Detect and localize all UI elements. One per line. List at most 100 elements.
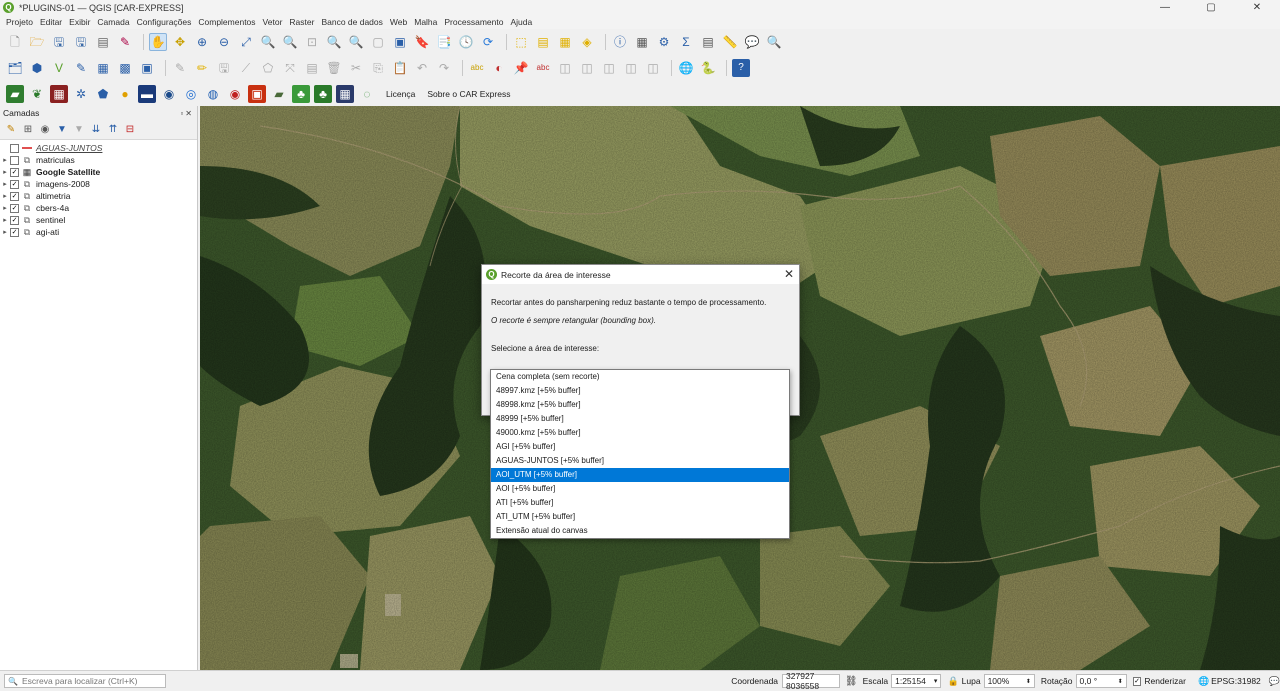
image-icon[interactable]: ▰: [270, 85, 288, 103]
select-by-value-icon[interactable]: ▤: [534, 33, 552, 51]
pin-labels-icon[interactable]: 📌: [512, 59, 530, 77]
menu-exibir[interactable]: Exibir: [69, 17, 90, 27]
redo-icon[interactable]: ↷: [435, 59, 453, 77]
layer-row-aguas-juntos[interactable]: AGUAS-JUNTOS: [0, 142, 197, 154]
new-3d-view-icon[interactable]: ▣: [391, 33, 409, 51]
dropdown-option[interactable]: ATI_UTM [+5% buffer]: [491, 510, 789, 524]
add-group-icon[interactable]: ⊞: [21, 123, 35, 137]
layer-row-imagens-2008[interactable]: ▸ ✓ ⧉ imagens-2008: [0, 178, 197, 190]
copy-features-icon[interactable]: ⎘: [369, 59, 387, 77]
render-checkbox[interactable]: ✓: [1132, 676, 1142, 686]
digitize-polygon-icon[interactable]: ⬠: [259, 59, 277, 77]
menu-configuracoes[interactable]: Configurações: [137, 17, 192, 27]
field-calculator-icon[interactable]: ▤: [699, 33, 717, 51]
processing-toolbox-icon[interactable]: ⚙: [655, 33, 673, 51]
python-console-icon[interactable]: 🐍: [699, 59, 717, 77]
tree-icon[interactable]: ♣: [292, 84, 310, 103]
filter-expression-icon[interactable]: ▼: [72, 123, 86, 137]
dropdown-option[interactable]: ATI [+5% buffer]: [491, 496, 789, 510]
zoom-in-icon[interactable]: ⊕: [193, 33, 211, 51]
label-properties-icon[interactable]: ◫: [644, 59, 662, 77]
dropdown-option[interactable]: 48999 [+5% buffer]: [491, 412, 789, 426]
layer-row-sentinel[interactable]: ▸ ✓ ⧉ sentinel: [0, 214, 197, 226]
panel-float-close-icon[interactable]: ▫✕: [180, 109, 194, 118]
leaf-icon[interactable]: ❦: [28, 85, 46, 103]
current-edits-icon[interactable]: ✎: [171, 59, 189, 77]
pan-hand-icon[interactable]: ✋: [149, 32, 167, 51]
minimize-button[interactable]: —: [1142, 0, 1188, 15]
save-as-icon[interactable]: 🖫: [72, 33, 90, 51]
annotation-icon[interactable]: 💬: [743, 33, 761, 51]
show-hide-labels-icon[interactable]: ◫: [556, 59, 574, 77]
bookmarks-icon[interactable]: 📑: [435, 33, 453, 51]
print-layout-icon[interactable]: ▤: [94, 33, 112, 51]
zoom-last-icon[interactable]: 🔍: [325, 33, 343, 51]
menu-banco-de-dados[interactable]: Banco de dados: [321, 17, 382, 27]
map-tips-icon[interactable]: 🔍: [765, 33, 783, 51]
layer-row-google-satellite[interactable]: ▸ ✓ ▦ Google Satellite: [0, 166, 197, 178]
remove-layer-icon[interactable]: ⊟: [123, 123, 137, 137]
toggle-editing-icon[interactable]: ✏: [193, 59, 211, 77]
layer-row-agi-ati[interactable]: ▸ ✓ ⧉ agi-ati: [0, 226, 197, 238]
vertex-tool-icon[interactable]: ⤧: [281, 59, 299, 77]
measure-icon[interactable]: 📏: [721, 33, 739, 51]
dropdown-option[interactable]: AOI [+5% buffer]: [491, 482, 789, 496]
style-manager-icon[interactable]: ✎: [116, 33, 134, 51]
menu-camada[interactable]: Camada: [97, 17, 129, 27]
dropdown-option[interactable]: AGI [+5% buffer]: [491, 440, 789, 454]
menu-projeto[interactable]: Projeto: [6, 17, 33, 27]
layer-style-icon[interactable]: ✎: [4, 123, 18, 137]
cut-features-icon[interactable]: ✂: [347, 59, 365, 77]
menu-vetor[interactable]: Vetor: [263, 17, 283, 27]
zoom-to-layer-icon[interactable]: 🔍: [281, 33, 299, 51]
expand-arrow-icon[interactable]: ▸: [0, 180, 10, 188]
expand-all-icon[interactable]: ⇊: [89, 123, 103, 137]
magnifier-spinbox[interactable]: 100% ⬍: [983, 674, 1035, 688]
extents-toggle-icon[interactable]: ⛓: [845, 676, 858, 687]
zoom-out-icon[interactable]: ⊖: [215, 33, 233, 51]
expand-arrow-icon[interactable]: ▸: [0, 204, 10, 212]
select-features-icon[interactable]: ⬚: [512, 33, 530, 51]
new-map-view-icon[interactable]: ▢: [369, 33, 387, 51]
statistics-sum-icon[interactable]: Σ: [677, 33, 695, 51]
satellite-icon[interactable]: ◉: [160, 85, 178, 103]
dropdown-option[interactable]: 48997.kmz [+5% buffer]: [491, 384, 789, 398]
menu-raster[interactable]: Raster: [289, 17, 314, 27]
messages-icon[interactable]: 💬: [1269, 676, 1280, 687]
scale-combo[interactable]: 1:25154 ▾: [891, 674, 942, 688]
expand-arrow-icon[interactable]: ▸: [0, 216, 10, 224]
sentinel-icon[interactable]: ▦: [336, 84, 354, 103]
menu-malha[interactable]: Malha: [414, 17, 437, 27]
dropdown-option[interactable]: 48998.kmz [+5% buffer]: [491, 398, 789, 412]
manage-visibility-icon[interactable]: ◉: [38, 123, 52, 137]
layer-row-cbers-4a[interactable]: ▸ ✓ ⧉ cbers-4a: [0, 202, 197, 214]
maximize-button[interactable]: ▢: [1188, 0, 1234, 15]
globe-blue-icon[interactable]: ◍: [204, 85, 222, 103]
zoom-full-icon[interactable]: ⤢: [237, 33, 255, 51]
label-abc-icon[interactable]: abc: [468, 59, 486, 77]
coordinate-field[interactable]: 327927 8036558: [782, 671, 840, 691]
pdf-icon[interactable]: ◉: [226, 85, 244, 103]
crs-globe-icon[interactable]: 🌐: [1198, 676, 1209, 687]
pdf-export-icon[interactable]: ▣: [248, 84, 266, 103]
lock-scale-icon[interactable]: 🔒: [947, 676, 958, 687]
raster-tool-icon[interactable]: ▦: [50, 84, 68, 103]
save-edits-icon[interactable]: 🖫: [215, 59, 233, 77]
gps-icon[interactable]: ◌: [358, 85, 376, 103]
layer-visibility-checkbox[interactable]: ✓: [10, 167, 19, 177]
help-icon[interactable]: ?: [732, 58, 750, 77]
menu-ajuda[interactable]: Ajuda: [510, 17, 532, 27]
crs-label[interactable]: EPSG:31982: [1211, 676, 1261, 686]
zoom-next-icon[interactable]: 🔍: [347, 33, 365, 51]
search-plugin-icon[interactable]: ◎: [182, 85, 200, 103]
select-location-icon[interactable]: ◈: [578, 33, 596, 51]
add-vector-tile-icon[interactable]: ▣: [138, 59, 156, 77]
dropdown-option[interactable]: 49000.kmz [+5% buffer]: [491, 426, 789, 440]
menu-web[interactable]: Web: [390, 17, 407, 27]
highlight-pinned-icon[interactable]: abc: [534, 59, 552, 77]
dropdown-option[interactable]: Extensão atual do canvas: [491, 524, 789, 538]
car-express-icon[interactable]: ▰: [6, 84, 24, 103]
network-icon[interactable]: ✲: [72, 85, 90, 103]
layer-visibility-checkbox[interactable]: ✓: [10, 191, 19, 201]
dropdown-option[interactable]: Cena completa (sem recorte): [491, 370, 789, 384]
